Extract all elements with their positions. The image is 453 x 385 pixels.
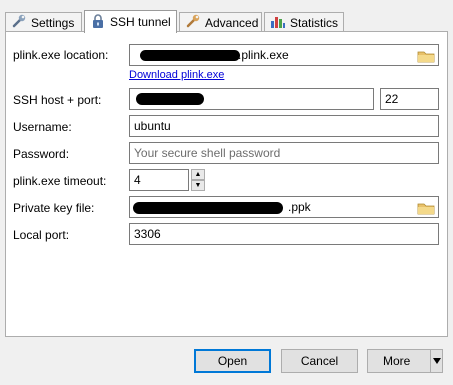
local-port-label: Local port:: [13, 228, 70, 242]
ssh-tunnel-panel: plink.exe location: .plink.exe Download …: [5, 31, 448, 337]
tab-label: Settings: [31, 15, 75, 30]
ssh-port-field[interactable]: 22: [380, 88, 439, 110]
plink-location-label: plink.exe location:: [13, 48, 109, 62]
ssh-host-label: SSH host + port:: [13, 93, 102, 107]
tab-ssh-tunnel[interactable]: SSH tunnel: [84, 10, 177, 33]
private-key-label: Private key file:: [13, 201, 95, 215]
private-key-field[interactable]: .ppk: [129, 196, 439, 218]
bar-chart-icon: [270, 13, 286, 32]
redacted-area: [140, 50, 240, 61]
redacted-area: [133, 202, 283, 214]
download-plink-link[interactable]: Download plink.exe: [129, 69, 224, 81]
dropdown-arrow-icon[interactable]: [430, 350, 442, 372]
password-field[interactable]: Your secure shell password: [129, 142, 439, 164]
timeout-field[interactable]: 4: [129, 169, 189, 191]
folder-icon[interactable]: [417, 49, 435, 63]
spin-up-icon[interactable]: ▲: [191, 169, 205, 180]
timeout-spinner[interactable]: ▲ ▼: [191, 169, 205, 191]
tab-settings[interactable]: Settings: [5, 12, 82, 32]
cancel-button[interactable]: Cancel: [281, 349, 358, 373]
more-button-label: More: [383, 354, 411, 368]
more-button[interactable]: More: [367, 349, 443, 373]
open-button[interactable]: Open: [194, 349, 271, 373]
password-label: Password:: [13, 147, 70, 161]
wrench-icon: [185, 13, 201, 32]
folder-icon[interactable]: [417, 201, 435, 215]
local-port-field[interactable]: 3306: [129, 223, 439, 245]
cancel-button-label: Cancel: [300, 354, 339, 368]
lock-icon: [90, 13, 106, 32]
tab-label: Advanced: [205, 15, 259, 30]
wrench-icon: [11, 13, 27, 32]
spin-down-icon[interactable]: ▼: [191, 180, 205, 191]
plink-location-field[interactable]: .plink.exe: [129, 44, 439, 66]
open-button-label: Open: [217, 354, 248, 368]
timeout-label: plink.exe timeout:: [13, 174, 107, 188]
username-field[interactable]: ubuntu: [129, 115, 439, 137]
ssh-host-field[interactable]: [129, 88, 374, 110]
password-placeholder: Your secure shell password: [134, 146, 281, 160]
redacted-area: [136, 93, 204, 105]
username-label: Username:: [13, 120, 72, 134]
tab-label: Statistics: [290, 15, 339, 30]
tab-statistics[interactable]: Statistics: [264, 12, 344, 32]
tab-bar: Settings SSH tunnel Advanced Statistics: [5, 10, 345, 33]
tab-label: SSH tunnel: [110, 15, 171, 29]
tab-advanced[interactable]: Advanced: [179, 12, 262, 32]
